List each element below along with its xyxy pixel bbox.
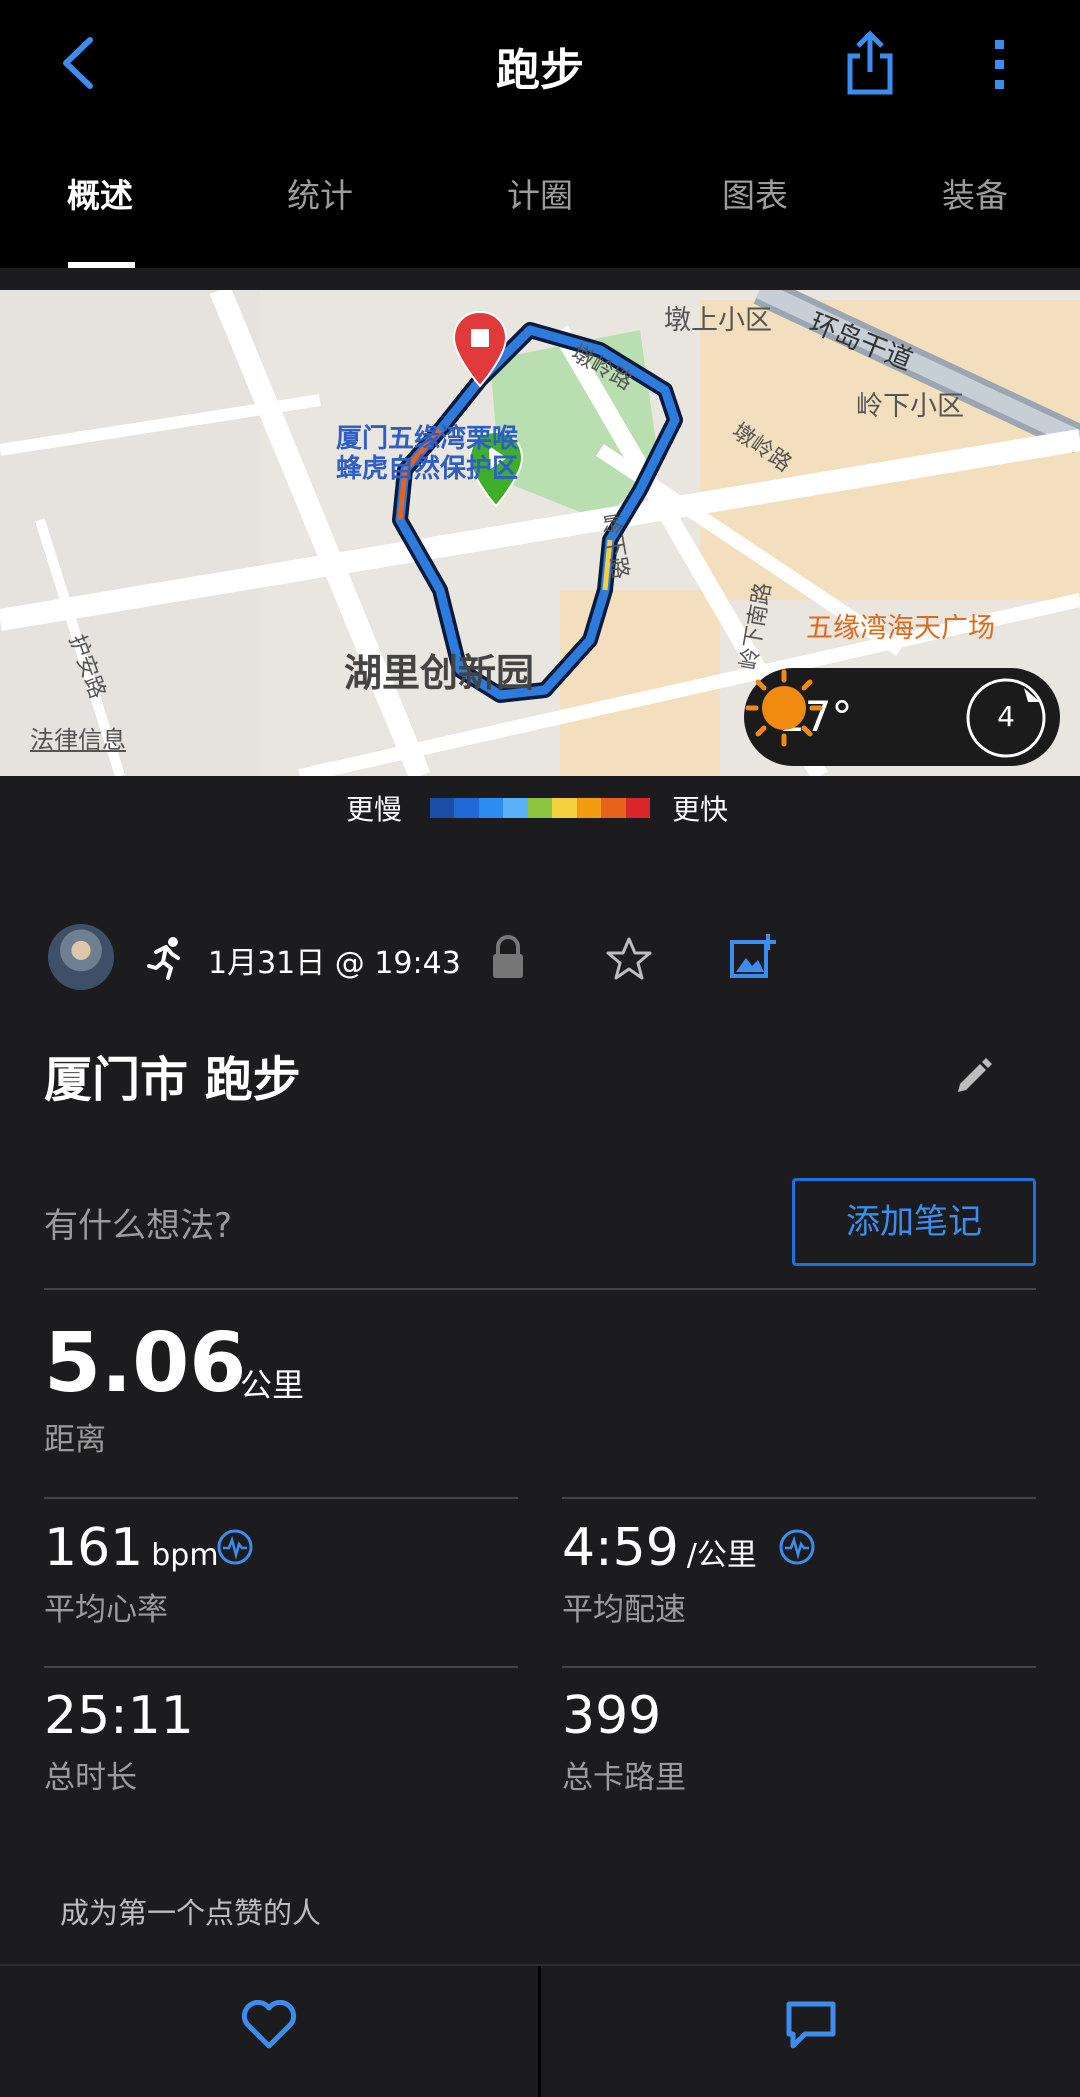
- add-note-button[interactable]: 添加笔记: [792, 1178, 1036, 1266]
- divider: [44, 1666, 518, 1668]
- pace-color-segment: [552, 798, 577, 818]
- tab-label: 装备: [942, 176, 1008, 215]
- share-button[interactable]: [840, 28, 900, 98]
- tab-gear[interactable]: 装备: [870, 160, 1080, 268]
- running-icon: [147, 937, 180, 980]
- pace-color-segment: [527, 798, 553, 818]
- park-label-line: 厦门五缘湾栗喉: [336, 424, 519, 454]
- pace-legend: 更慢 更快: [0, 786, 1080, 832]
- pace-color-segment: [576, 798, 602, 818]
- legend-fast-label: 更快: [672, 793, 729, 826]
- like-button[interactable]: [0, 1966, 538, 2097]
- pace-color-segment: [430, 798, 455, 818]
- heart-rate-unit: bpm: [151, 1538, 219, 1573]
- sun-icon: [745, 669, 823, 747]
- avatar[interactable]: [48, 924, 114, 990]
- pace-value: 4:59/公里: [562, 1518, 757, 1578]
- tab-bar: 概述 统计 计圈 图表 装备: [0, 160, 1080, 268]
- distance-value: 5.06: [44, 1316, 247, 1411]
- tab-label: 概述: [67, 176, 133, 215]
- more-options-button[interactable]: [980, 30, 1020, 100]
- distance-label: 距离: [44, 1422, 106, 1458]
- more-vertical-icon: [995, 40, 1004, 89]
- weather-badge: 17° 4: [744, 668, 1060, 766]
- pace-unit: /公里: [686, 1538, 757, 1573]
- wind-speed: 4: [997, 700, 1015, 733]
- park-label-line: 蜂虎自然保护区: [336, 454, 519, 484]
- activity-date: 1月31日 @ 19:43: [208, 946, 461, 981]
- tab-label: 统计: [287, 176, 353, 215]
- comment-icon: [786, 2001, 835, 2049]
- star-icon[interactable]: [606, 936, 652, 982]
- legal-info-link[interactable]: 法律信息: [30, 720, 126, 755]
- tab-charts[interactable]: 图表: [640, 160, 870, 268]
- lock-icon[interactable]: [490, 934, 526, 980]
- heart-rate-value: 161 bpm: [44, 1518, 219, 1578]
- end-pin-icon: [452, 310, 508, 388]
- pace-color-bar: [430, 798, 650, 818]
- divider: [44, 1497, 518, 1499]
- pace-color-segment: [503, 798, 528, 818]
- comment-button[interactable]: [541, 1966, 1080, 2097]
- area-label: 湖里创新园: [344, 651, 535, 695]
- route-map[interactable]: 墩上小区 环岛干道 岭下小区 墩岭路 墩岭路 厦门五缘湾栗喉 蜂虎自然保护区 岭…: [0, 290, 1080, 776]
- pace-color-segment: [454, 798, 479, 818]
- active-tab-indicator: [68, 262, 135, 268]
- map-label: 五缘湾海天广场: [806, 613, 995, 644]
- divider: [562, 1497, 1036, 1499]
- activity-name: 厦门市 跑步: [44, 1052, 301, 1108]
- pace-color-segment: [625, 798, 650, 818]
- heart-rate-zone-icon[interactable]: [216, 1528, 254, 1566]
- page-title: 跑步: [496, 45, 584, 96]
- pace-color-segment: [601, 798, 626, 818]
- park-label: 厦门五缘湾栗喉 蜂虎自然保护区: [336, 424, 518, 484]
- heart-rate-number: 161: [44, 1518, 144, 1578]
- map-label: 岭下小区: [856, 391, 964, 422]
- pace-zone-icon[interactable]: [778, 1528, 816, 1566]
- pace-color-segment: [478, 798, 504, 818]
- edit-pencil-icon[interactable]: [954, 1056, 994, 1096]
- add-photo-icon[interactable]: [728, 932, 776, 980]
- bottom-action-bar: [0, 1964, 1080, 2097]
- app-header: 跑步 概述 统计 计圈 图表 装备: [0, 0, 1080, 268]
- tab-overview[interactable]: 概述: [0, 160, 200, 268]
- divider: [44, 1288, 1036, 1290]
- wind-indicator: 4: [964, 676, 1048, 760]
- tab-laps[interactable]: 计圈: [440, 160, 640, 268]
- pace-number: 4:59: [562, 1518, 679, 1578]
- calories-value: 399: [562, 1686, 662, 1746]
- duration-label: 总时长: [44, 1760, 137, 1796]
- calories-label: 总卡路里: [562, 1760, 686, 1796]
- pace-label: 平均配速: [562, 1592, 686, 1628]
- heart-rate-label: 平均心率: [44, 1592, 168, 1628]
- tab-stats[interactable]: 统计: [200, 160, 440, 268]
- tab-label: 计圈: [507, 176, 573, 215]
- share-icon: [847, 30, 893, 95]
- note-prompt: 有什么想法?: [44, 1206, 233, 1246]
- legend-slow-label: 更慢: [346, 793, 403, 826]
- divider: [562, 1666, 1036, 1668]
- duration-value: 25:11: [44, 1686, 194, 1746]
- distance-unit: 公里: [240, 1366, 305, 1404]
- like-prompt: 成为第一个点赞的人: [60, 1896, 322, 1930]
- map-label: 墩上小区: [664, 305, 772, 336]
- tab-label: 图表: [722, 176, 788, 215]
- heart-icon: [241, 2000, 297, 2049]
